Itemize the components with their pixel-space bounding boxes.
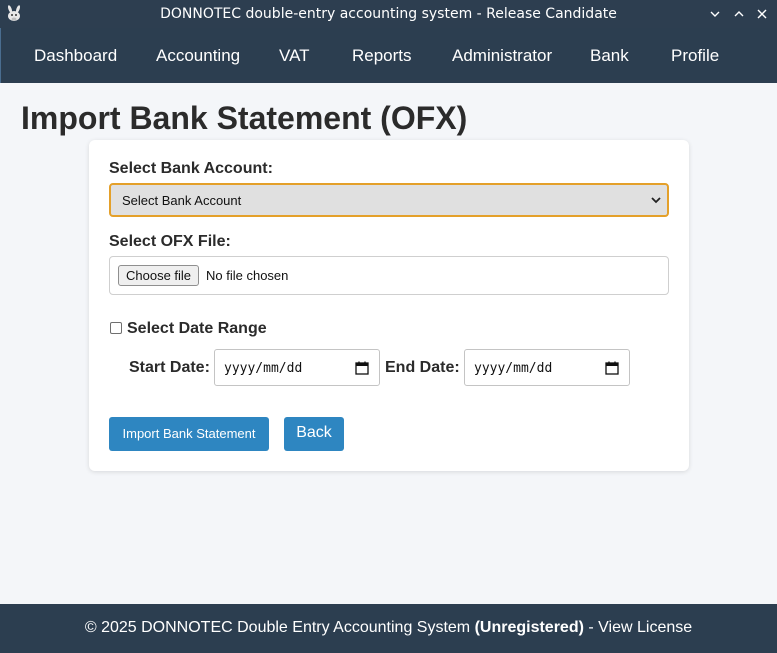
nav-item-vat[interactable]: VAT [279,28,310,83]
choose-file-button[interactable]: Choose file [118,265,200,286]
footer-copyright: © 2025 DONNOTEC Double Entry Accounting … [84,619,471,636]
footer-separator: - [583,619,599,636]
nav-item-reports[interactable]: Reports [352,28,412,83]
calendar-icon[interactable] [355,361,369,375]
nav-item-dashboard[interactable]: Dashboard [34,28,117,83]
end-date-input[interactable]: yyyy/mm/dd [464,349,630,386]
maximize-icon[interactable] [730,5,748,23]
end-date-placeholder: yyyy/mm/dd [474,361,553,376]
nav-item-administrator[interactable]: Administrator [452,28,552,83]
registration-status: (Unregistered) [474,619,584,636]
import-bank-statement-button[interactable]: Import Bank Statement [109,417,269,451]
page-footer: © 2025 DONNOTEC Double Entry Accounting … [0,604,777,653]
nav-item-bank[interactable]: Bank [590,28,629,83]
date-range-checkbox[interactable] [110,322,122,334]
minimize-icon[interactable] [706,5,724,23]
main-navbar: Dashboard Accounting VAT Reports Adminis… [0,28,777,83]
window-titlebar: DONNOTEC double-entry accounting system … [0,0,777,28]
bank-account-label: Select Bank Account: [109,160,273,177]
start-date-input[interactable]: yyyy/mm/dd [214,349,380,386]
bank-account-select[interactable]: Select Bank Account [109,183,669,217]
end-date-label: End Date: [385,359,460,376]
nav-item-accounting[interactable]: Accounting [156,28,240,83]
ofx-file-input[interactable]: Choose file No file chosen [109,256,669,295]
back-button[interactable]: Back [284,417,344,451]
start-date-label: Start Date: [129,359,210,376]
calendar-icon[interactable] [605,361,619,375]
view-license-link[interactable]: View License [598,619,692,636]
page-title: Import Bank Statement (OFX) [21,100,468,136]
chevron-down-icon [651,197,661,204]
nav-item-profile[interactable]: Profile [671,28,719,83]
start-date-placeholder: yyyy/mm/dd [224,361,303,376]
file-status-text: No file chosen [206,268,289,283]
close-icon[interactable] [753,5,771,23]
ofx-file-label: Select OFX File: [109,233,231,250]
bank-account-selected-value: Select Bank Account [122,193,242,208]
date-range-label[interactable]: Select Date Range [127,320,267,338]
window-title: DONNOTEC double-entry accounting system … [160,6,617,22]
import-form-card: Select Bank Account: Select Bank Account… [89,140,689,471]
